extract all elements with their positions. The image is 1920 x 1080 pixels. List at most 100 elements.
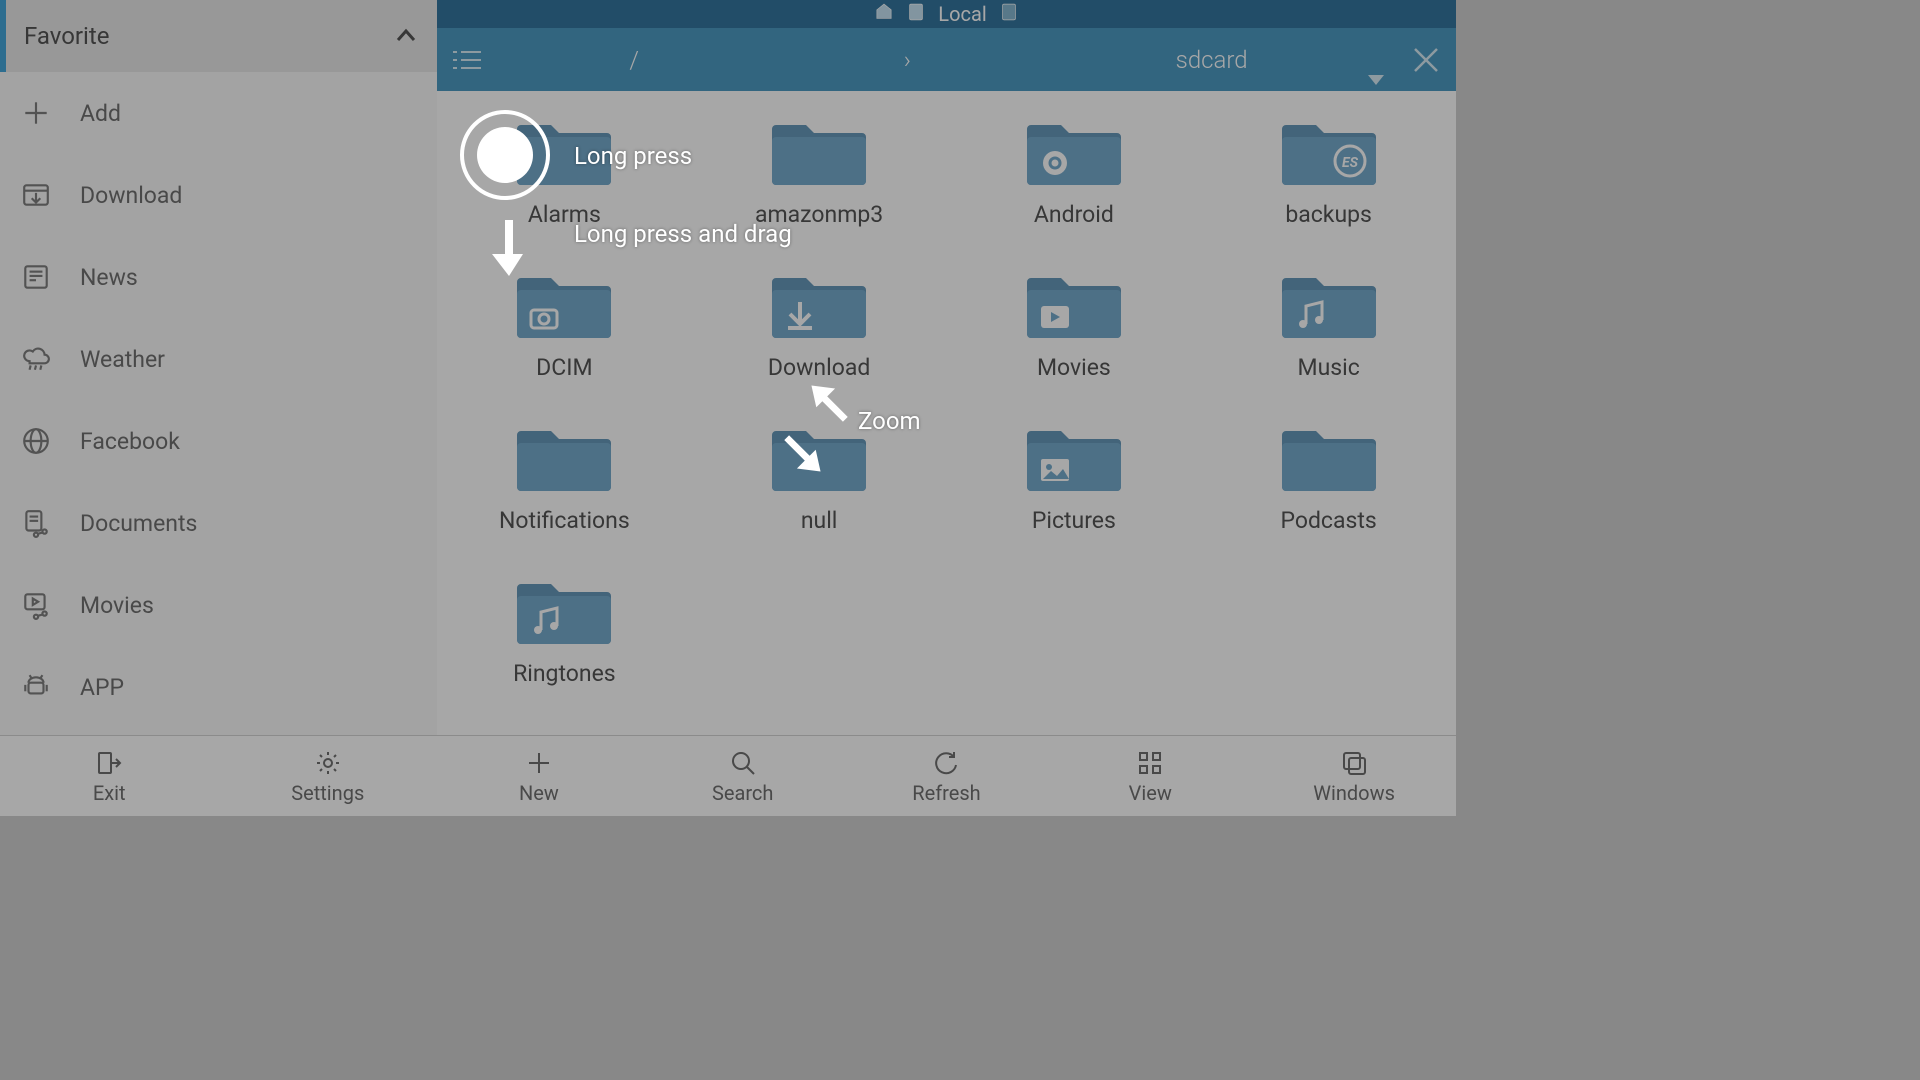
toolbar-windows-button[interactable]: Windows xyxy=(1252,736,1456,816)
sidebar-header-favorite[interactable]: Favorite xyxy=(0,0,437,72)
bottom-toolbar: Exit Settings New Search Refresh View Windows xyxy=(0,735,1456,816)
doc-share-icon xyxy=(20,508,52,538)
folder-label: DCIM xyxy=(536,354,592,381)
folder-backups[interactable]: ES backups xyxy=(1201,111,1456,228)
toolbar-label: Windows xyxy=(1313,781,1395,805)
movie-share-icon xyxy=(20,590,52,620)
toolbar-label: View xyxy=(1129,781,1172,805)
folder-android[interactable]: Android xyxy=(947,111,1202,228)
folder-label: Podcasts xyxy=(1280,507,1376,534)
folder-icon xyxy=(770,111,868,195)
folder-movies[interactable]: Movies xyxy=(947,264,1202,381)
file-grid[interactable]: Alarms amazonmp3 Android ES backups DCIM… xyxy=(437,91,1456,735)
top-status-label: Local xyxy=(938,2,986,26)
windows-icon xyxy=(1340,748,1368,778)
folder-amazonmp3[interactable]: amazonmp3 xyxy=(692,111,947,228)
toolbar-refresh-button[interactable]: Refresh xyxy=(845,736,1049,816)
sidebar-item-download[interactable]: Download xyxy=(0,154,437,236)
toolbar-exit-button[interactable]: Exit xyxy=(0,736,219,816)
folder-icon xyxy=(515,111,613,195)
exit-icon xyxy=(95,748,123,778)
folder-notifications[interactable]: Notifications xyxy=(437,417,692,534)
folder-music[interactable]: Music xyxy=(1201,264,1456,381)
sidebar-item-label: Documents xyxy=(80,510,197,537)
path-dropdown-icon[interactable] xyxy=(1368,75,1384,85)
sidebar-item-movies[interactable]: Movies xyxy=(0,564,437,646)
sidebar-item-app[interactable]: APP xyxy=(0,646,437,728)
grid-icon xyxy=(1136,748,1164,778)
folder-label: Alarms xyxy=(528,201,601,228)
toolbar-label: Search xyxy=(712,781,773,805)
folder-label: Notifications xyxy=(499,507,630,534)
plus-icon xyxy=(20,98,52,128)
sidebar-item-label: News xyxy=(80,264,138,291)
folder-ringtones[interactable]: Ringtones xyxy=(437,570,692,687)
close-tab-icon[interactable] xyxy=(1396,45,1456,75)
toolbar-label: Settings xyxy=(291,781,364,805)
folder-icon xyxy=(515,417,613,501)
svg-text:ES: ES xyxy=(1342,155,1359,171)
sidebar-item-label: APP xyxy=(80,674,124,701)
folder-dcim[interactable]: DCIM xyxy=(437,264,692,381)
folder-label: Android xyxy=(1034,201,1114,228)
sdcard-icon-2[interactable] xyxy=(999,2,1019,27)
folder-podcasts[interactable]: Podcasts xyxy=(1201,417,1456,534)
folder-download[interactable]: Download xyxy=(692,264,947,381)
toolbar-search-button[interactable]: Search xyxy=(641,736,845,816)
sidebar-item-label: Movies xyxy=(80,592,154,619)
folder-null[interactable]: null xyxy=(692,417,947,534)
sidebar-item-label: Add xyxy=(80,100,121,127)
breadcrumb[interactable]: / › sdcard xyxy=(497,46,1380,74)
folder-icon xyxy=(1280,264,1378,348)
sidebar-item-label: Download xyxy=(80,182,182,209)
newspaper-icon xyxy=(20,262,52,292)
gear-icon xyxy=(314,748,342,778)
sidebar-header-title: Favorite xyxy=(24,22,109,50)
folder-label: Movies xyxy=(1037,354,1111,381)
folder-icon xyxy=(515,264,613,348)
sidebar-item-label: Facebook xyxy=(80,428,180,455)
toolbar-settings-button[interactable]: Settings xyxy=(219,736,438,816)
breadcrumb-root[interactable]: / xyxy=(621,46,647,74)
folder-label: Download xyxy=(768,354,870,381)
sdcard-icon[interactable] xyxy=(906,2,926,27)
folder-icon xyxy=(1025,111,1123,195)
toolbar-new-button[interactable]: New xyxy=(437,736,641,816)
toolbar-view-button[interactable]: View xyxy=(1048,736,1252,816)
folder-icon xyxy=(515,570,613,654)
sidebar-item-facebook[interactable]: Facebook xyxy=(0,400,437,482)
sidebar-item-documents[interactable]: Documents xyxy=(0,482,437,564)
download-box-icon xyxy=(20,180,52,210)
toolbar-label: New xyxy=(519,781,559,805)
sidebar-item-label: Weather xyxy=(80,346,165,373)
path-toolbar: / › sdcard xyxy=(437,28,1456,91)
folder-label: amazonmp3 xyxy=(755,201,883,228)
folder-icon xyxy=(770,417,868,501)
breadcrumb-current[interactable]: sdcard xyxy=(1168,46,1256,74)
list-view-toggle-icon[interactable] xyxy=(437,48,497,72)
search-icon xyxy=(729,748,757,778)
folder-label: Ringtones xyxy=(513,660,616,687)
breadcrumb-sep: › xyxy=(896,46,919,74)
cloud-rain-icon xyxy=(20,344,52,374)
folder-icon xyxy=(1280,417,1378,501)
chevron-up-icon xyxy=(395,25,417,47)
refresh-icon xyxy=(932,748,960,778)
folder-label: Pictures xyxy=(1032,507,1116,534)
home-icon[interactable] xyxy=(874,2,894,27)
folder-label: null xyxy=(801,507,838,534)
folder-icon xyxy=(1025,417,1123,501)
globe-icon xyxy=(20,426,52,456)
android-icon xyxy=(20,672,52,702)
toolbar-label: Exit xyxy=(93,781,126,805)
folder-alarms[interactable]: Alarms xyxy=(437,111,692,228)
sidebar-item-news[interactable]: News xyxy=(0,236,437,318)
folder-label: Music xyxy=(1297,354,1359,381)
sidebar-item-weather[interactable]: Weather xyxy=(0,318,437,400)
folder-pictures[interactable]: Pictures xyxy=(947,417,1202,534)
sidebar-item-add[interactable]: Add xyxy=(0,72,437,154)
folder-icon xyxy=(1025,264,1123,348)
folder-icon: ES xyxy=(1280,111,1378,195)
folder-icon xyxy=(770,264,868,348)
sidebar-items: Add Download News Weather Facebook Documents M… xyxy=(0,72,437,735)
